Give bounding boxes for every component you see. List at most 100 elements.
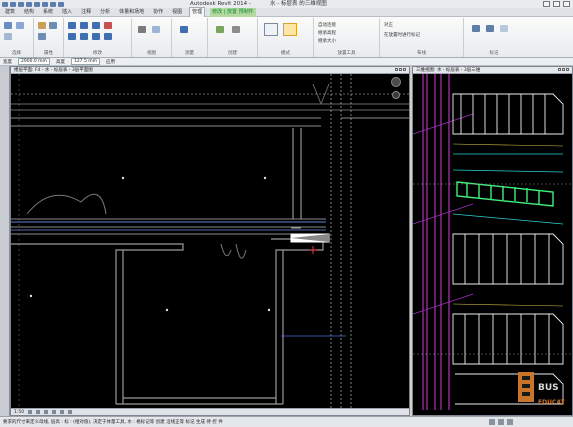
move-icon[interactable] xyxy=(68,22,76,29)
inherit-elevation-option[interactable]: 继承高程 xyxy=(318,30,336,36)
3d-view[interactable]: 三维视图: 水 - 标层表 - 3层三维 xyxy=(412,66,573,416)
undo-icon[interactable] xyxy=(26,1,32,7)
ribbon-group-modify: 修改 xyxy=(64,18,132,57)
properties-icon[interactable] xyxy=(16,22,24,29)
create-group-icon[interactable] xyxy=(216,26,224,33)
view-maximize-icon[interactable] xyxy=(399,68,402,71)
view-minimize-icon[interactable] xyxy=(558,68,561,71)
settings-icon[interactable] xyxy=(500,25,508,32)
ribbon-group-label: 创建 xyxy=(228,51,237,56)
tab-insert[interactable]: 插入 xyxy=(60,8,74,17)
edit-type-icon[interactable] xyxy=(264,23,278,36)
maximize-icon[interactable] xyxy=(553,1,560,7)
cut-icon[interactable] xyxy=(49,22,57,29)
width-label: 宽度 xyxy=(3,59,12,65)
svg-text:BUS: BUS xyxy=(538,383,559,393)
create-similar-icon[interactable] xyxy=(232,26,240,33)
tab-annotate[interactable]: 注释 xyxy=(79,8,93,17)
ribbon-group-tag: 标记 xyxy=(464,18,524,57)
view-window-controls xyxy=(395,68,407,73)
measure-icon[interactable] xyxy=(180,26,188,33)
design-options-icon[interactable] xyxy=(498,419,504,425)
view-hide-icon[interactable] xyxy=(138,26,146,33)
inherit-size-option[interactable]: 继承大小 xyxy=(318,38,336,44)
trim-icon[interactable] xyxy=(92,33,100,40)
quick-access-toolbar xyxy=(2,1,64,7)
view-override-icon[interactable] xyxy=(152,26,160,33)
tag-on-placement-option[interactable]: 在放置时进行标记 xyxy=(384,32,420,38)
ribbon-panel: 选择 属性 修改 视图 测量 创建 模式 自动连接 继承高程 继承大小 放置工具… xyxy=(0,17,573,58)
tab-systems[interactable]: 系统 xyxy=(41,8,55,17)
redo-icon[interactable] xyxy=(34,1,40,7)
floor-plan-view-title-text: 楼层平面: F4 - 水 - 标层表 - 3层平面图 xyxy=(14,68,93,73)
tag-icon[interactable] xyxy=(472,25,480,32)
tab-collaborate[interactable]: 协作 xyxy=(151,8,165,17)
copy-icon[interactable] xyxy=(38,33,46,40)
height-label: 高度 xyxy=(55,59,65,65)
sun-path-icon[interactable] xyxy=(44,410,49,414)
measure-icon[interactable] xyxy=(42,1,48,7)
tab-manage[interactable]: 管理 xyxy=(189,7,206,17)
tab-modify-place[interactable]: 修改 | 放置 预制件 xyxy=(210,7,256,17)
modify-arrow-icon[interactable] xyxy=(4,22,12,29)
floor-plan-view-title: 楼层平面: F4 - 水 - 标层表 - 3层平面图 xyxy=(11,67,409,74)
ribbon-group-label: 模式 xyxy=(281,51,290,56)
filter-icon[interactable] xyxy=(507,419,513,425)
status-text: 要求的尺寸来定义母线, 层高 : 标 : (相对值), 决定于体量工具, 水 :… xyxy=(3,420,223,425)
view-minimize-icon[interactable] xyxy=(395,68,398,71)
open-icon[interactable] xyxy=(10,1,16,7)
save-icon[interactable] xyxy=(18,1,24,7)
tab-view[interactable]: 视图 xyxy=(170,8,184,17)
detail-level-icon[interactable] xyxy=(28,410,33,414)
width-field[interactable]: 2900.0 mm xyxy=(18,58,50,65)
close-icon[interactable] xyxy=(563,1,570,7)
navigation-bar xyxy=(391,77,401,117)
tab-structure[interactable]: 结构 xyxy=(22,8,36,17)
steering-wheel-icon[interactable] xyxy=(391,77,401,87)
3d-view-icon[interactable] xyxy=(50,1,56,7)
ribbon-tabs: 建筑 结构 系统 插入 注释 分析 体量和场地 协作 视图 管理 修改 | 放置… xyxy=(0,7,573,17)
apply-button[interactable]: 应用 xyxy=(106,59,115,65)
minimize-icon[interactable] xyxy=(543,1,550,7)
ribbon-group-label: 修改 xyxy=(93,51,102,56)
zoom-icon[interactable] xyxy=(392,91,400,99)
app-menu-icon[interactable] xyxy=(2,1,8,7)
ribbon-group-select: 选择 xyxy=(0,18,34,57)
view-close-icon[interactable] xyxy=(566,68,569,71)
ribbon-group-label: 属性 xyxy=(44,51,53,56)
offset-field[interactable]: 127.5 mm xyxy=(70,58,101,65)
options-bar: 宽度 2900.0 mm 高度 127.5 mm 应用 xyxy=(0,58,573,66)
tag-all-icon[interactable] xyxy=(486,25,494,32)
worksets-icon[interactable] xyxy=(489,419,495,425)
align-icon[interactable] xyxy=(68,33,76,40)
3d-view-canvas[interactable] xyxy=(413,74,573,410)
ribbon-group-create: 创建 xyxy=(208,18,258,57)
view-maximize-icon[interactable] xyxy=(562,68,565,71)
place-mode-icon[interactable] xyxy=(283,23,297,36)
tab-massing[interactable]: 体量和场地 xyxy=(117,8,146,17)
array-icon[interactable] xyxy=(104,33,112,40)
type-selector-icon[interactable] xyxy=(4,33,12,40)
tab-analyze[interactable]: 分析 xyxy=(98,8,112,17)
justify-option[interactable]: 对正 xyxy=(384,22,393,28)
view-scale[interactable]: 1:50 xyxy=(14,410,24,415)
shadows-icon[interactable] xyxy=(52,410,57,414)
visual-style-icon[interactable] xyxy=(36,410,41,414)
paste-icon[interactable] xyxy=(38,22,46,29)
mirror-icon[interactable] xyxy=(92,22,100,29)
3d-view-title-text: 三维视图: 水 - 标层表 - 3层三维 xyxy=(416,68,481,73)
delete-icon[interactable] xyxy=(104,22,112,29)
ribbon-group-label: 布线 xyxy=(417,51,426,56)
floor-plan-view[interactable]: 楼层平面: F4 - 水 - 标层表 - 3层平面图 1:50 xyxy=(10,66,410,416)
ribbon-group-label: 标记 xyxy=(489,51,499,56)
autoconnect-option[interactable]: 自动连接 xyxy=(318,22,336,28)
offset-icon[interactable] xyxy=(80,33,88,40)
crop-view-icon[interactable] xyxy=(60,410,65,414)
rotate-icon[interactable] xyxy=(80,22,88,29)
tab-architecture[interactable]: 建筑 xyxy=(3,8,17,17)
section-icon[interactable] xyxy=(58,1,64,7)
view-close-icon[interactable] xyxy=(403,68,406,71)
temporary-hide-icon[interactable] xyxy=(68,410,73,414)
properties-palette-collapsed[interactable] xyxy=(0,66,10,416)
floor-plan-canvas[interactable] xyxy=(11,74,410,410)
